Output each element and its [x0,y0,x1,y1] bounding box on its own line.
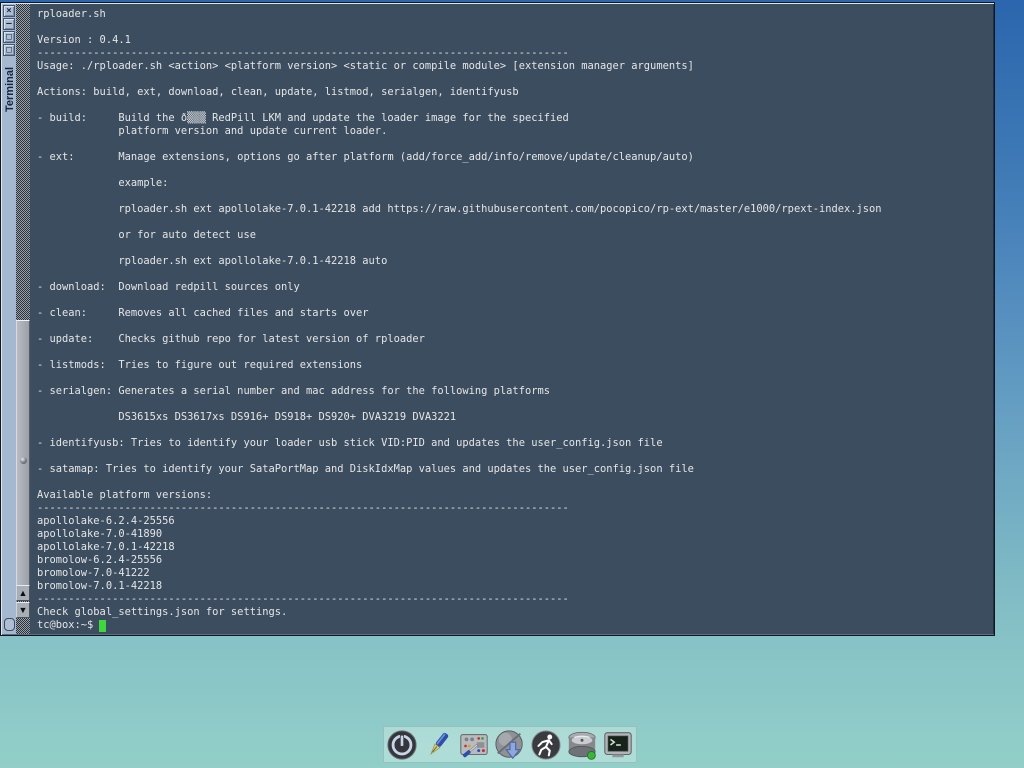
prompt-line: tc@box:~$ [30,619,994,632]
maximize-button[interactable]: □ [3,31,15,43]
apps-download-icon[interactable] [493,728,527,762]
mount-tool-icon[interactable] [565,728,599,762]
scroll-up-button[interactable]: ▲ [16,585,30,601]
window-title: Terminal [4,67,16,112]
terminal-output: rploader.sh Version : 0.4.1 ------------… [30,4,994,619]
scrollbar-thumb[interactable] [16,320,30,600]
terminal-icon[interactable] [601,728,635,762]
scroll-down-button[interactable]: ▼ [16,602,30,618]
run-apps-icon[interactable] [529,728,563,762]
control-panel-icon[interactable] [457,728,491,762]
terminal-window: × – □ □ Terminal ▲ ▼ rploader.sh Version… [0,2,995,636]
window-titlebar[interactable]: × – □ □ Terminal [2,4,16,634]
zoom-button[interactable]: □ [3,44,15,56]
text-cursor [99,620,106,632]
close-button[interactable]: × [3,5,15,17]
shell-prompt: tc@box:~$ [37,619,93,632]
power-exit-icon[interactable] [385,728,419,762]
iconify-button[interactable] [4,618,15,631]
scrollbar[interactable]: ▲ ▼ [16,4,30,634]
desktop: { "desktop": { "wallpaper": { "top_color… [0,0,1024,768]
dock [383,726,637,763]
shade-button[interactable]: – [3,18,15,30]
scrollbar-dimple [20,457,27,464]
pen-editor-icon[interactable] [421,728,455,762]
terminal-content[interactable]: rploader.sh Version : 0.4.1 ------------… [30,4,994,634]
